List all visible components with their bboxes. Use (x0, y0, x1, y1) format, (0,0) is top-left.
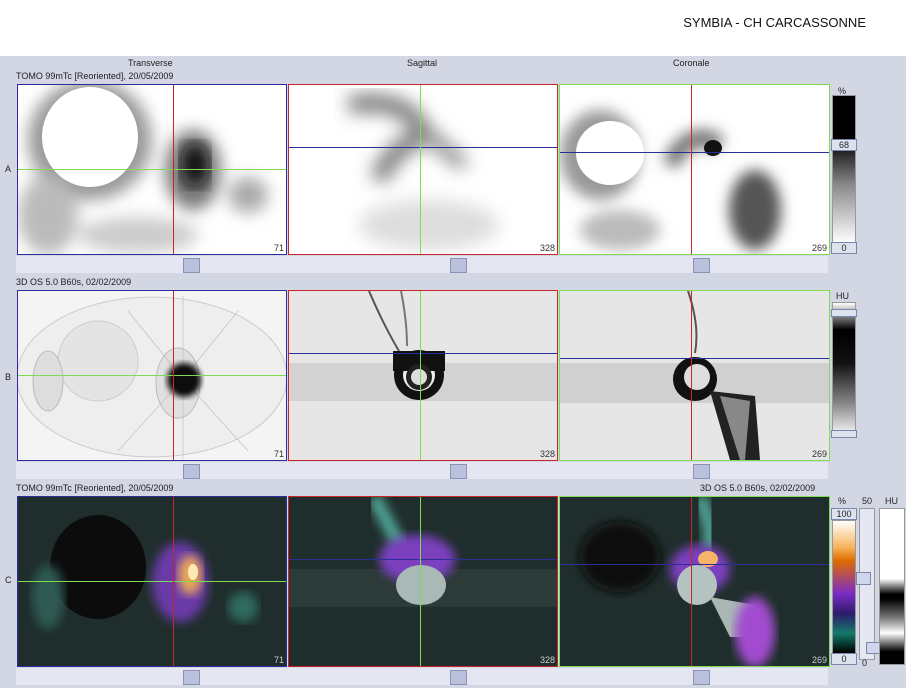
fusion-sagittal-image (289, 497, 557, 666)
blend-slider-min-label: 0 (862, 658, 868, 668)
slice-number: 71 (273, 243, 284, 253)
scale-c-unit-left: % (838, 496, 847, 506)
slider-thumb-b-transverse[interactable] (183, 464, 200, 479)
viewport-a-transverse[interactable]: 71 (17, 84, 287, 255)
row-label-b: B (5, 372, 12, 382)
column-header-transverse: Transverse (128, 58, 173, 68)
blend-slider-min-thumb[interactable] (866, 642, 880, 654)
crosshair-vertical (173, 497, 174, 666)
crosshair-vertical (420, 497, 421, 666)
slice-number: 328 (539, 243, 555, 253)
scale-bar-c-gray[interactable] (879, 508, 905, 665)
slider-thumb-b-coronal[interactable] (693, 464, 710, 479)
scale-b-unit: HU (836, 291, 849, 301)
scale-bar-b[interactable] (832, 302, 856, 438)
viewport-b-coronal[interactable]: 269 (559, 290, 830, 461)
crosshair-vertical (173, 291, 174, 460)
viewport-a-coronal[interactable]: 269 (559, 84, 830, 255)
site-title: SYMBIA - CH CARCASSONNE (683, 15, 866, 30)
crosshair-horizontal (18, 375, 286, 376)
row-label-a: A (5, 164, 12, 174)
crosshair-horizontal (289, 147, 557, 148)
viewport-a-sagittal[interactable]: 328 (288, 84, 558, 255)
viewport-c-sagittal[interactable]: 328 (288, 496, 558, 667)
crosshair-vertical (420, 291, 421, 460)
scale-a-min-field[interactable]: 0 (831, 242, 857, 254)
slider-thumb-c-sagittal[interactable] (450, 670, 467, 685)
fusion-coronal-image (560, 497, 829, 666)
slider-thumb-a-coronal[interactable] (693, 258, 710, 273)
viewer-panel: Transverse Sagittal Coronale TOMO 99mTc … (0, 56, 906, 688)
column-header-coronal: Coronale (673, 58, 710, 68)
scale-c-min-field[interactable]: 0 (831, 653, 857, 665)
slice-number: 328 (539, 449, 555, 459)
slider-thumb-c-transverse[interactable] (183, 670, 200, 685)
crosshair-vertical (173, 85, 174, 254)
slice-number: 269 (811, 449, 827, 459)
scale-c-slider-value: 50 (862, 496, 873, 506)
crosshair-horizontal (18, 581, 286, 582)
header-bar: SYMBIA - CH CARCASSONNE (0, 0, 906, 56)
crosshair-horizontal (289, 353, 557, 354)
crosshair-horizontal (18, 169, 286, 170)
crosshair-vertical (691, 85, 692, 254)
slider-thumb-c-coronal[interactable] (693, 670, 710, 685)
viewport-b-transverse[interactable]: 71 (17, 290, 287, 461)
slice-number: 71 (273, 655, 284, 665)
slider-thumb-a-transverse[interactable] (183, 258, 200, 273)
crosshair-vertical (420, 85, 421, 254)
scale-a-max-field[interactable]: 68 (831, 139, 857, 151)
scale-b-lower-handle[interactable] (831, 430, 857, 438)
series-label-b: 3D OS 5.0 B60s, 02/02/2009 (16, 277, 132, 287)
crosshair-vertical (691, 497, 692, 666)
crosshair-horizontal (560, 358, 829, 359)
series-label-c-right: 3D OS 5.0 B60s, 02/02/2009 (700, 483, 816, 493)
row-label-c: C (5, 575, 12, 585)
slider-thumb-b-sagittal[interactable] (450, 464, 467, 479)
series-label-a: TOMO 99mTc [Reoriented], 20/05/2009 (16, 71, 174, 81)
spect-sagittal-image (289, 85, 557, 254)
crosshair-horizontal (560, 152, 829, 153)
crosshair-horizontal (289, 559, 557, 560)
ct-coronal-image (560, 291, 829, 460)
viewport-b-sagittal[interactable]: 328 (288, 290, 558, 461)
scale-bar-a[interactable] (832, 95, 856, 244)
crosshair-vertical (691, 291, 692, 460)
slice-number: 328 (539, 655, 555, 665)
scale-c-max-field[interactable]: 100 (831, 508, 857, 520)
viewport-c-coronal[interactable]: 269 (559, 496, 830, 667)
scale-bar-c-color[interactable] (832, 520, 856, 654)
scale-b-upper-handle[interactable] (831, 309, 857, 317)
series-label-c-left: TOMO 99mTc [Reoriented], 20/05/2009 (16, 483, 174, 493)
column-header-sagittal: Sagittal (407, 58, 438, 68)
slider-thumb-a-sagittal[interactable] (450, 258, 467, 273)
scale-c-unit-right: HU (885, 496, 898, 506)
blend-slider-thumb[interactable] (856, 572, 871, 585)
ct-sagittal-image (289, 291, 557, 460)
slice-number: 71 (273, 449, 284, 459)
spect-coronal-image (560, 85, 829, 254)
slice-number: 269 (811, 243, 827, 253)
crosshair-horizontal (560, 564, 829, 565)
viewport-c-transverse[interactable]: 71 (17, 496, 287, 667)
slice-number: 269 (811, 655, 827, 665)
